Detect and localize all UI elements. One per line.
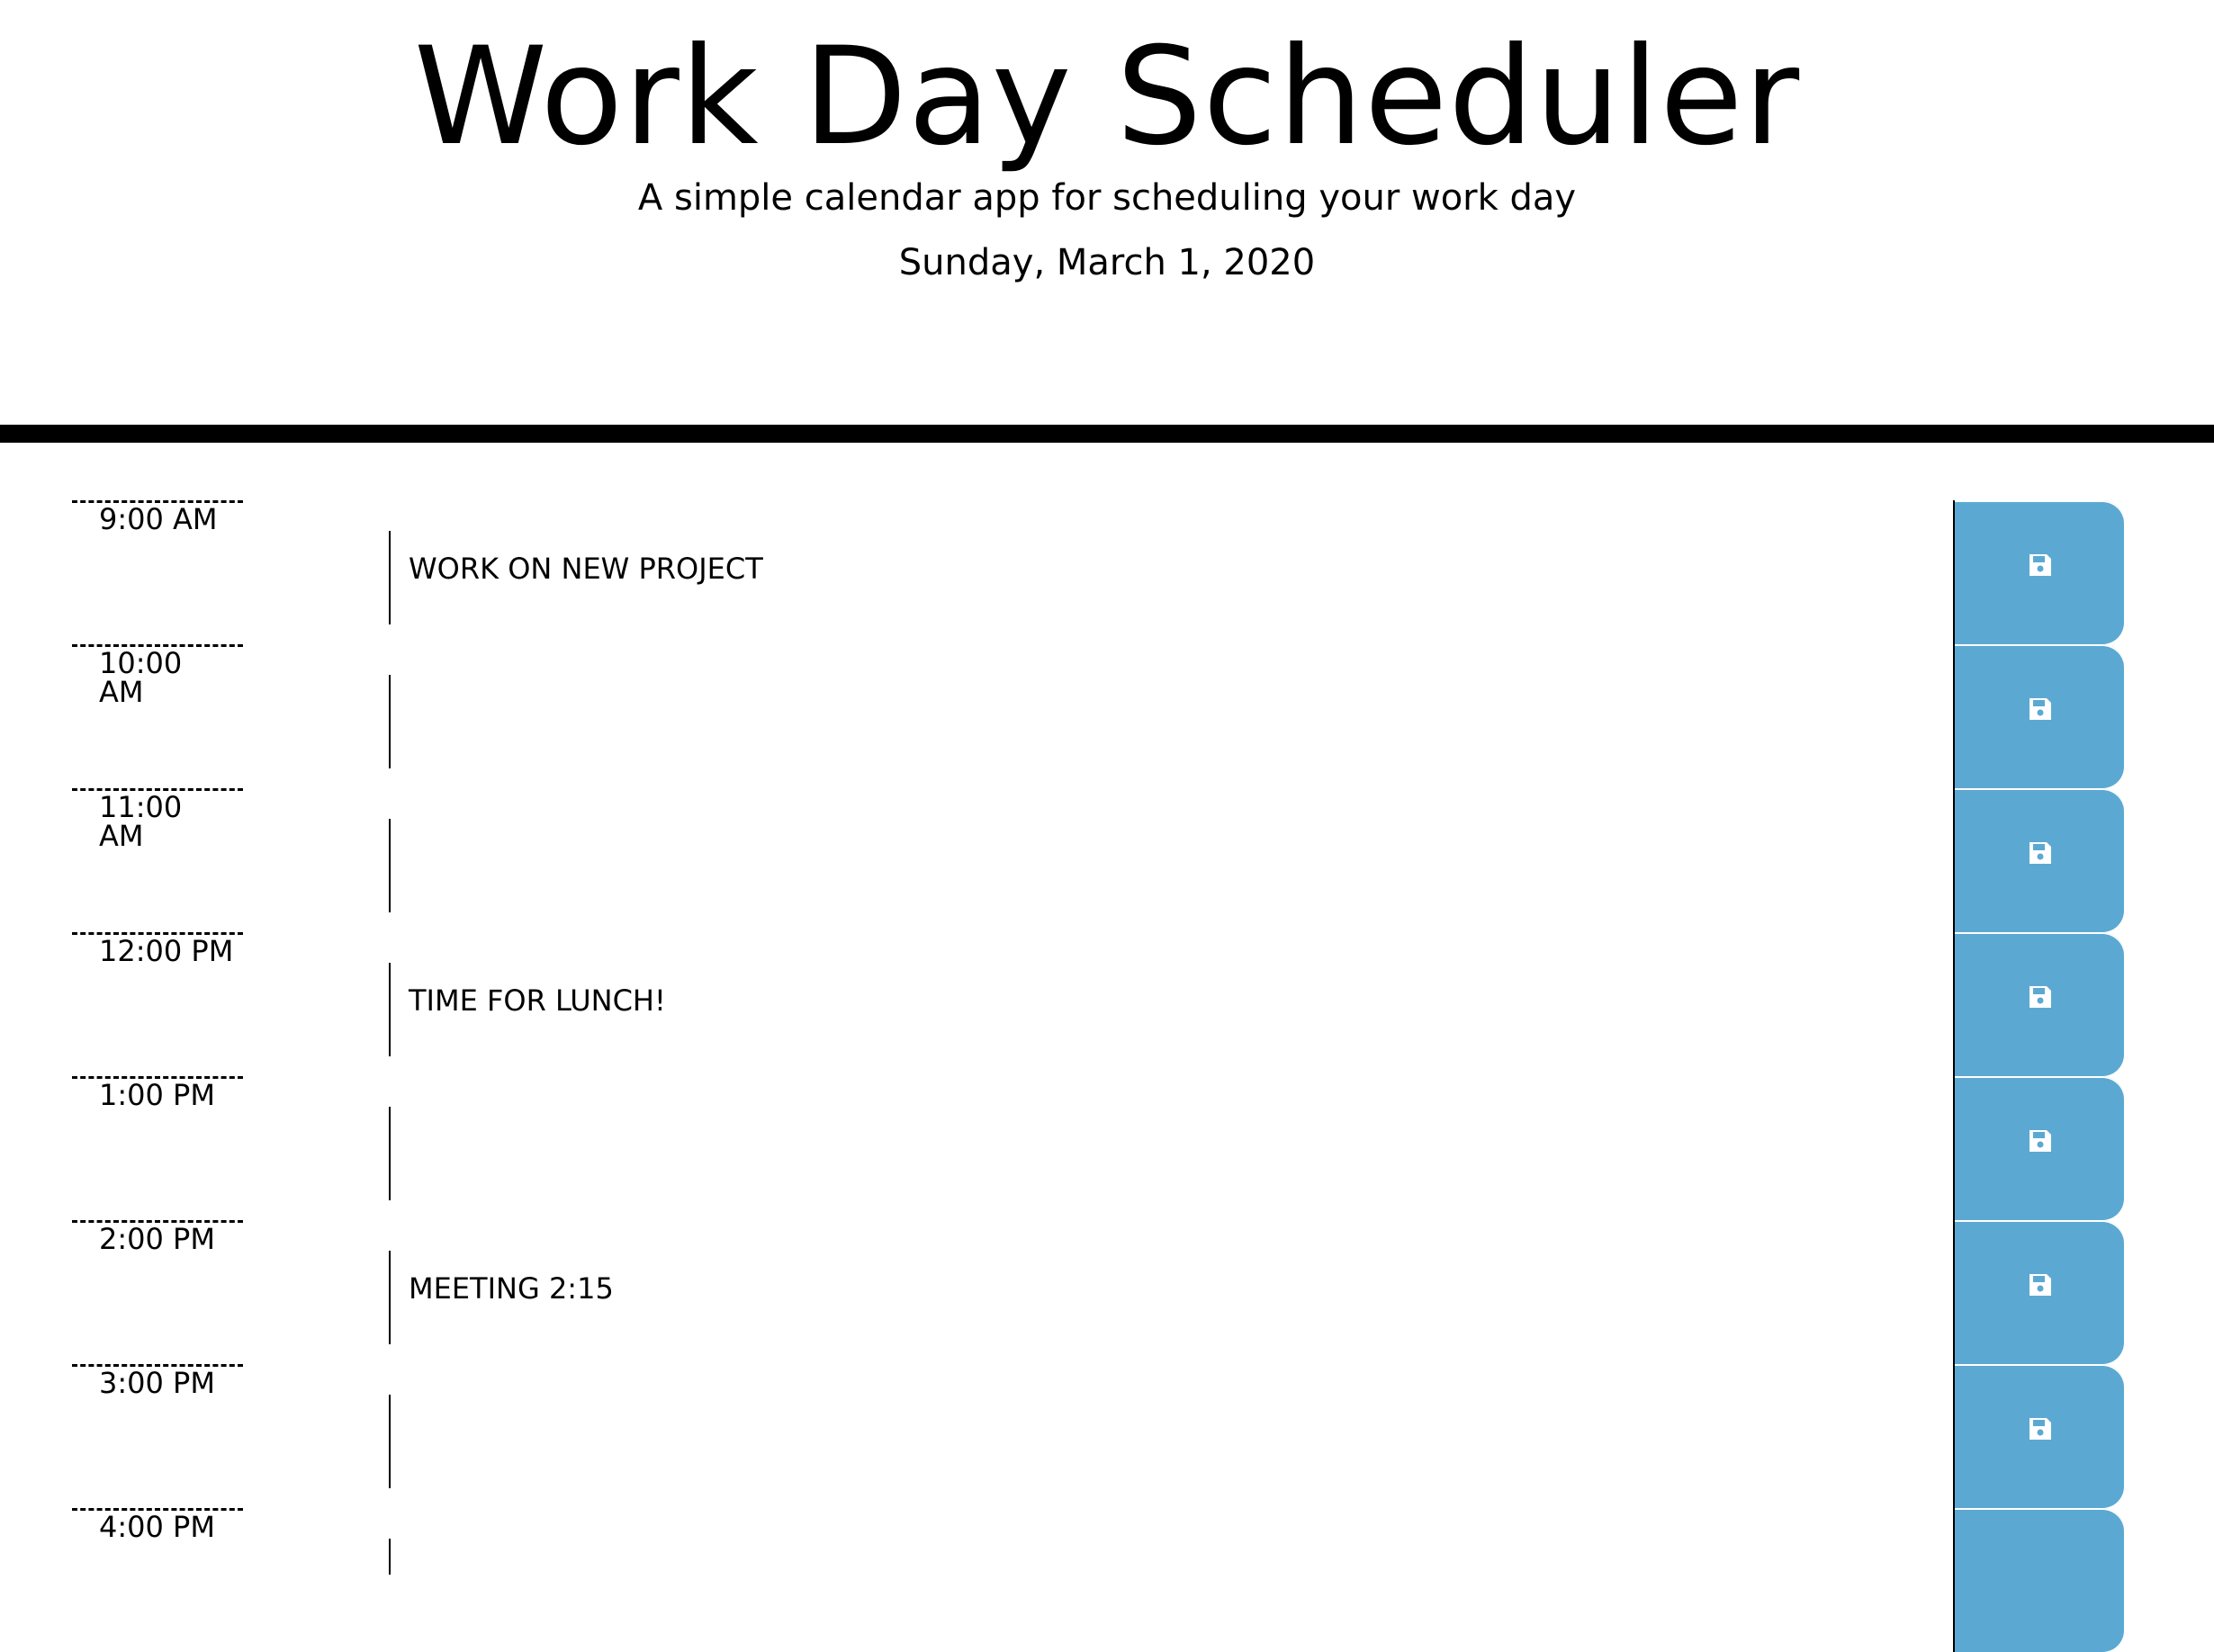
time-block-row: 3:00 PM — [0, 1364, 2214, 1508]
event-description-textarea[interactable]: TIME FOR LUNCH! — [389, 963, 1919, 1056]
event-description-textarea[interactable] — [389, 819, 1919, 912]
event-description-textarea[interactable] — [389, 1107, 1919, 1200]
save-button[interactable] — [1953, 932, 2124, 1076]
time-block-row: 10:00 AM — [0, 644, 2214, 788]
hour-label: 9:00 AM — [72, 500, 243, 644]
hour-label: 3:00 PM — [72, 1364, 243, 1508]
time-block-row: 1:00 PM — [0, 1076, 2214, 1220]
save-icon — [2030, 1418, 2051, 1440]
hour-label: 4:00 PM — [72, 1508, 243, 1652]
event-description-textarea[interactable] — [389, 675, 1919, 768]
save-button[interactable] — [1953, 788, 2124, 932]
save-icon — [2030, 1130, 2051, 1152]
save-button[interactable] — [1953, 1364, 2124, 1508]
timeblocks-container: 9:00 AM WORK ON NEW PROJECT 10:00 AM 11:… — [0, 500, 2214, 1652]
hour-label: 2:00 PM — [72, 1220, 243, 1364]
event-description-textarea[interactable] — [389, 1539, 1919, 1575]
event-description-textarea[interactable]: WORK ON NEW PROJECT — [389, 531, 1919, 624]
save-icon — [2030, 986, 2051, 1008]
app-subtitle: A simple calendar app for scheduling you… — [637, 177, 1577, 219]
header-divider — [0, 425, 2214, 443]
hour-label: 11:00 AM — [72, 788, 243, 932]
time-block-row: 11:00 AM — [0, 788, 2214, 932]
time-block-row: 4:00 PM — [0, 1508, 2214, 1652]
event-description-textarea[interactable]: MEETING 2:15 — [389, 1251, 1919, 1344]
time-block-row: 2:00 PM MEETING 2:15 — [0, 1220, 2214, 1364]
hour-label: 10:00 AM — [72, 644, 243, 788]
time-block-row: 9:00 AM WORK ON NEW PROJECT — [0, 500, 2214, 644]
current-day: Sunday, March 1, 2020 — [898, 242, 1316, 283]
time-block-row: 12:00 PM TIME FOR LUNCH! — [0, 932, 2214, 1076]
save-icon — [2030, 1274, 2051, 1296]
save-button[interactable] — [1953, 1076, 2124, 1220]
save-icon — [2030, 842, 2051, 864]
save-icon — [2030, 554, 2051, 576]
event-description-textarea[interactable] — [389, 1395, 1919, 1488]
save-button[interactable] — [1953, 1508, 2124, 1652]
save-button[interactable] — [1953, 500, 2124, 644]
hour-label: 12:00 PM — [72, 932, 243, 1076]
jumbotron-header: Work Day Scheduler A simple calendar app… — [0, 0, 2214, 425]
hour-label: 1:00 PM — [72, 1076, 243, 1220]
save-button[interactable] — [1953, 644, 2124, 788]
save-icon — [2030, 698, 2051, 720]
save-button[interactable] — [1953, 1220, 2124, 1364]
app-title: Work Day Scheduler — [413, 19, 1801, 175]
